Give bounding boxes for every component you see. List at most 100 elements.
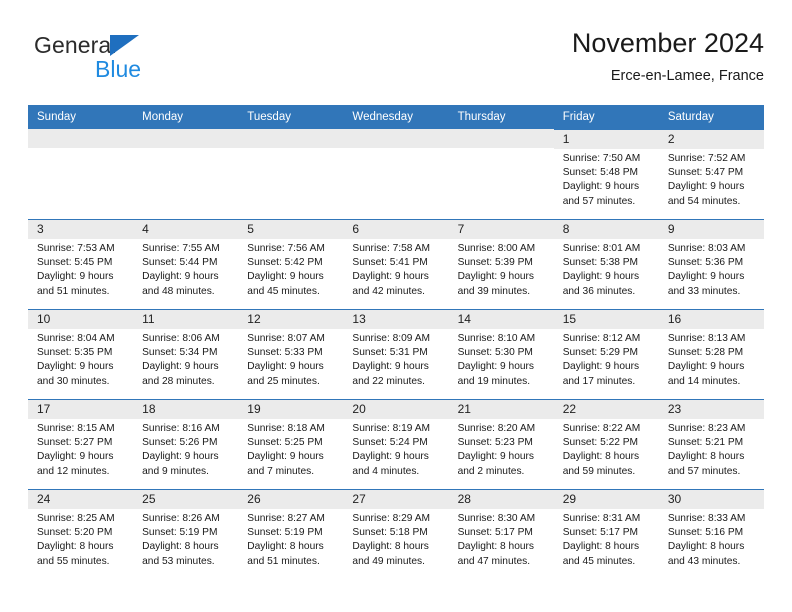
calendar-day[interactable]: 8 Sunrise: 8:01 AM Sunset: 5:38 PM Daylight…: [553, 219, 659, 309]
day-number: 7: [448, 220, 554, 239]
day-sun-info: Sunrise: 8:03 AM Sunset: 5:36 PM Daylight:…: [659, 239, 764, 299]
calendar-page: General Blue November 2024 Erce-en-Lamee…: [0, 0, 792, 612]
day-daylight1-text: Daylight: 9 hours: [562, 361, 640, 373]
logo-text-blue: Blue: [95, 56, 142, 82]
calendar-cell: 4 Sunrise: 7:55 AM Sunset: 5:44 PM Daylight…: [133, 219, 239, 309]
calendar-day[interactable]: 6 Sunrise: 7:58 AM Sunset: 5:41 PM Daylight…: [343, 219, 449, 309]
weekday-sunday: Sunday: [28, 105, 134, 129]
day-sunset-text: Sunset: 5:39 PM: [457, 257, 533, 269]
day-daylight1-text: Daylight: 9 hours: [142, 361, 219, 373]
calendar-cell: 23 Sunrise: 8:23 AM Sunset: 5:21 PM Dayligh…: [658, 399, 764, 489]
day-sun-info: Sunrise: 8:20 AM Sunset: 5:23 PM Daylight:…: [449, 419, 554, 479]
calendar-day[interactable]: 20 Sunrise: 8:19 AM Sunset: 5:24 PM Dayligh…: [343, 399, 449, 489]
day-number: 19: [238, 400, 344, 419]
day-daylight1-text: Daylight: 9 hours: [457, 271, 535, 283]
day-number: 29: [553, 490, 659, 509]
calendar-day[interactable]: 9 Sunrise: 8:03 AM Sunset: 5:36 PM Daylight…: [658, 219, 764, 309]
day-sunrise-text: Sunrise: 8:15 AM: [37, 423, 115, 434]
calendar-day[interactable]: 4 Sunrise: 7:55 AM Sunset: 5:44 PM Daylight…: [133, 219, 239, 309]
day-daylight2-text: and 42 minutes.: [352, 285, 425, 297]
calendar-day[interactable]: 12 Sunrise: 8:07 AM Sunset: 5:33 PM Dayligh…: [238, 309, 344, 399]
calendar-day[interactable]: 19 Sunrise: 8:18 AM Sunset: 5:25 PM Dayligh…: [238, 399, 344, 489]
day-daylight2-text: and 47 minutes.: [457, 555, 531, 567]
weekday-header: Sunday Monday Tuesday Wednesday Thursday…: [28, 105, 764, 129]
day-sunset-text: Sunset: 5:34 PM: [142, 347, 218, 359]
day-sun-info: Sunrise: 8:29 AM Sunset: 5:18 PM Daylight:…: [343, 509, 448, 569]
day-daylight1-text: Daylight: 8 hours: [562, 451, 640, 463]
calendar-day[interactable]: 30 Sunrise: 8:33 AM Sunset: 5:16 PM Dayligh…: [658, 489, 764, 579]
calendar-cell: [28, 129, 134, 219]
calendar-cell: 19 Sunrise: 8:18 AM Sunset: 5:25 PM Dayligh…: [238, 399, 344, 489]
calendar-day[interactable]: 18 Sunrise: 8:16 AM Sunset: 5:26 PM Dayligh…: [133, 399, 239, 489]
calendar-day[interactable]: 29 Sunrise: 8:31 AM Sunset: 5:17 PM Dayligh…: [553, 489, 659, 579]
calendar-day[interactable]: 7 Sunrise: 8:00 AM Sunset: 5:39 PM Daylight…: [448, 219, 554, 309]
calendar-cell: 12 Sunrise: 8:07 AM Sunset: 5:33 PM Dayligh…: [238, 309, 344, 399]
calendar-cell: 30 Sunrise: 8:33 AM Sunset: 5:16 PM Dayligh…: [658, 489, 764, 579]
calendar-day[interactable]: 3 Sunrise: 7:53 AM Sunset: 5:45 PM Daylight…: [28, 219, 134, 309]
calendar-cell: 10 Sunrise: 8:04 AM Sunset: 5:35 PM Dayligh…: [28, 309, 134, 399]
day-sun-info: Sunrise: 8:33 AM Sunset: 5:16 PM Daylight:…: [659, 509, 764, 569]
day-number: 23: [658, 400, 764, 419]
calendar-day[interactable]: 11 Sunrise: 8:06 AM Sunset: 5:34 PM Dayligh…: [133, 309, 239, 399]
day-number: 27: [343, 490, 449, 509]
calendar-day[interactable]: 10 Sunrise: 8:04 AM Sunset: 5:35 PM Dayligh…: [28, 309, 134, 399]
calendar-day[interactable]: 16 Sunrise: 8:13 AM Sunset: 5:28 PM Dayligh…: [658, 309, 764, 399]
day-number: [343, 129, 449, 148]
calendar-table: Sunday Monday Tuesday Wednesday Thursday…: [28, 105, 764, 579]
calendar-day[interactable]: 13 Sunrise: 8:09 AM Sunset: 5:31 PM Dayligh…: [343, 309, 449, 399]
day-daylight2-text: and 28 minutes.: [142, 375, 215, 387]
calendar-day[interactable]: 28 Sunrise: 8:30 AM Sunset: 5:17 PM Dayligh…: [448, 489, 554, 579]
day-daylight2-text: and 59 minutes.: [562, 465, 636, 477]
weekday-tuesday: Tuesday: [238, 105, 344, 129]
calendar-day-empty: [28, 129, 134, 219]
calendar-cell: 26 Sunrise: 8:27 AM Sunset: 5:19 PM Dayligh…: [238, 489, 344, 579]
day-daylight1-text: Daylight: 9 hours: [352, 451, 429, 463]
day-number: 15: [553, 310, 659, 329]
calendar-cell: 14 Sunrise: 8:10 AM Sunset: 5:30 PM Dayligh…: [448, 309, 554, 399]
calendar-day[interactable]: 23 Sunrise: 8:23 AM Sunset: 5:21 PM Dayligh…: [658, 399, 764, 489]
day-daylight1-text: Daylight: 9 hours: [37, 271, 114, 283]
day-daylight2-text: and 49 minutes.: [352, 555, 425, 567]
day-sunrise-text: Sunrise: 7:58 AM: [352, 243, 431, 254]
day-daylight1-text: Daylight: 8 hours: [142, 541, 219, 553]
day-daylight2-text: and 12 minutes.: [37, 465, 110, 477]
calendar-day[interactable]: 15 Sunrise: 8:12 AM Sunset: 5:29 PM Dayligh…: [553, 309, 659, 399]
day-sunset-text: Sunset: 5:42 PM: [247, 257, 323, 269]
general-blue-logo[interactable]: General Blue: [34, 32, 274, 88]
day-sun-info: Sunrise: 7:53 AM Sunset: 5:45 PM Daylight:…: [28, 239, 133, 299]
calendar-day[interactable]: 22 Sunrise: 8:22 AM Sunset: 5:22 PM Dayligh…: [553, 399, 659, 489]
calendar-day[interactable]: 1 Sunrise: 7:50 AM Sunset: 5:48 PM Daylight…: [553, 129, 659, 219]
calendar-week-row: 3 Sunrise: 7:53 AM Sunset: 5:45 PM Daylight…: [28, 219, 764, 309]
day-sun-info: Sunrise: 8:23 AM Sunset: 5:21 PM Daylight:…: [659, 419, 764, 479]
calendar-day[interactable]: 26 Sunrise: 8:27 AM Sunset: 5:19 PM Dayligh…: [238, 489, 344, 579]
day-sunrise-text: Sunrise: 8:16 AM: [142, 423, 220, 434]
calendar-header-row: Sunday Monday Tuesday Wednesday Thursday…: [28, 105, 764, 129]
calendar-day[interactable]: 21 Sunrise: 8:20 AM Sunset: 5:23 PM Dayligh…: [448, 399, 554, 489]
day-daylight2-text: and 22 minutes.: [352, 375, 425, 387]
day-sun-info: Sunrise: 7:55 AM Sunset: 5:44 PM Daylight:…: [133, 239, 238, 299]
day-sun-info: Sunrise: 7:50 AM Sunset: 5:48 PM Daylight:…: [554, 149, 659, 209]
day-sun-info: Sunrise: 8:31 AM Sunset: 5:17 PM Daylight:…: [554, 509, 659, 569]
day-sunrise-text: Sunrise: 8:10 AM: [457, 333, 536, 344]
calendar-day[interactable]: 17 Sunrise: 8:15 AM Sunset: 5:27 PM Dayligh…: [28, 399, 134, 489]
calendar-cell: 8 Sunrise: 8:01 AM Sunset: 5:38 PM Daylight…: [553, 219, 659, 309]
day-sunrise-text: Sunrise: 8:01 AM: [562, 243, 641, 254]
calendar-day[interactable]: 2 Sunrise: 7:52 AM Sunset: 5:47 PM Daylight…: [658, 129, 764, 219]
day-sunrise-text: Sunrise: 8:25 AM: [37, 513, 115, 524]
calendar-day[interactable]: 24 Sunrise: 8:25 AM Sunset: 5:20 PM Dayligh…: [28, 489, 134, 579]
calendar-day[interactable]: 27 Sunrise: 8:29 AM Sunset: 5:18 PM Dayligh…: [343, 489, 449, 579]
day-daylight1-text: Daylight: 9 hours: [562, 271, 640, 283]
day-sunrise-text: Sunrise: 8:33 AM: [667, 513, 746, 524]
calendar-cell: 29 Sunrise: 8:31 AM Sunset: 5:17 PM Dayligh…: [553, 489, 659, 579]
calendar-day[interactable]: 14 Sunrise: 8:10 AM Sunset: 5:30 PM Dayligh…: [448, 309, 554, 399]
day-sunset-text: Sunset: 5:31 PM: [352, 347, 428, 359]
calendar-day[interactable]: 5 Sunrise: 7:56 AM Sunset: 5:42 PM Daylight…: [238, 219, 344, 309]
day-number: 6: [343, 220, 449, 239]
day-sun-info: Sunrise: 8:06 AM Sunset: 5:34 PM Daylight:…: [133, 329, 238, 389]
day-sunset-text: Sunset: 5:16 PM: [667, 527, 744, 539]
day-daylight2-text: and 30 minutes.: [37, 375, 110, 387]
day-sunrise-text: Sunrise: 8:12 AM: [562, 333, 641, 344]
calendar-day[interactable]: 25 Sunrise: 8:26 AM Sunset: 5:19 PM Dayligh…: [133, 489, 239, 579]
day-daylight1-text: Daylight: 9 hours: [247, 451, 324, 463]
day-daylight2-text: and 48 minutes.: [142, 285, 215, 297]
